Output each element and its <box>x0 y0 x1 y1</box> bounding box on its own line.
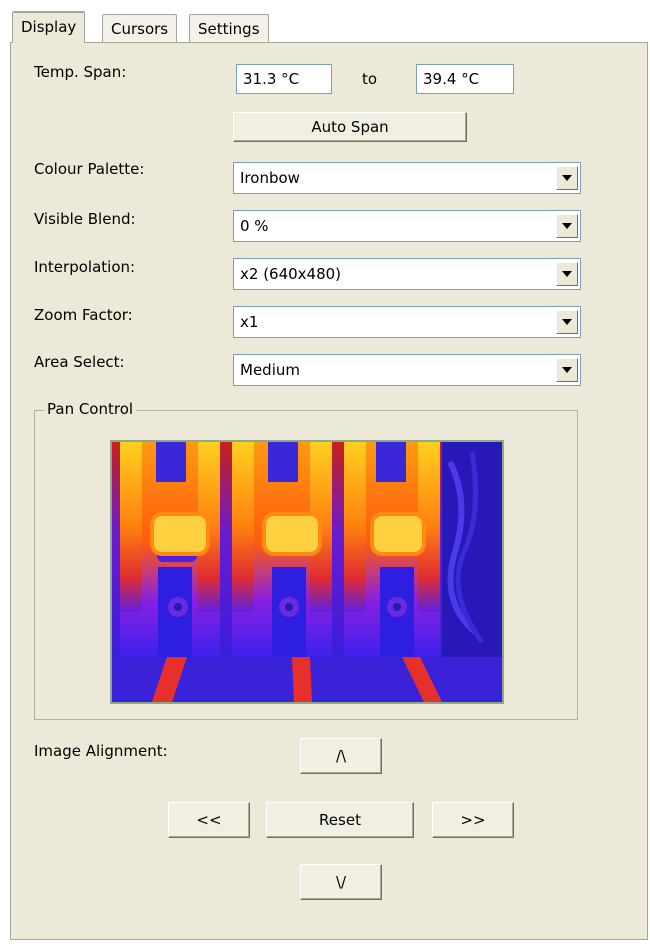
interpolation-value: x2 (640x480) <box>240 265 342 283</box>
tab-cursors[interactable]: Cursors <box>102 14 178 44</box>
align-up-button[interactable]: /\ <box>300 738 382 774</box>
interpolation-select[interactable]: x2 (640x480) <box>233 258 581 290</box>
chevron-down-icon[interactable] <box>556 358 578 382</box>
chevron-down-icon[interactable] <box>556 262 578 286</box>
thermal-image-graphic <box>112 442 502 702</box>
zoom-factor-value: x1 <box>240 313 259 331</box>
align-reset-button[interactable]: Reset <box>266 802 414 838</box>
align-down-button[interactable]: \/ <box>300 864 382 900</box>
colour-palette-label: Colour Palette: <box>34 160 145 178</box>
align-right-button[interactable]: >> <box>432 802 514 838</box>
visible-blend-select[interactable]: 0 % <box>233 210 581 242</box>
zoom-factor-label: Zoom Factor: <box>34 306 133 324</box>
pan-control-label: Pan Control <box>44 400 137 418</box>
area-select-value: Medium <box>240 361 300 379</box>
image-alignment-label: Image Alignment: <box>34 742 168 760</box>
area-select-select[interactable]: Medium <box>233 354 581 386</box>
interpolation-label: Interpolation: <box>34 258 136 276</box>
area-select-label: Area Select: <box>34 353 125 371</box>
visible-blend-label: Visible Blend: <box>34 210 136 228</box>
tab-settings[interactable]: Settings <box>189 14 269 44</box>
visible-blend-value: 0 % <box>240 217 269 235</box>
temp-span-high-input[interactable]: 39.4 °C <box>416 64 514 94</box>
tab-display[interactable]: Display <box>12 11 86 43</box>
zoom-factor-select[interactable]: x1 <box>233 306 581 338</box>
colour-palette-value: Ironbow <box>240 169 300 187</box>
chevron-down-icon[interactable] <box>556 310 578 334</box>
temp-span-low-input[interactable]: 31.3 °C <box>236 64 332 94</box>
colour-palette-select[interactable]: Ironbow <box>233 162 581 194</box>
temp-span-label: Temp. Span: <box>34 63 127 81</box>
align-left-button[interactable]: << <box>168 802 250 838</box>
chevron-down-icon[interactable] <box>556 166 578 190</box>
chevron-down-icon[interactable] <box>556 214 578 238</box>
thermal-image[interactable] <box>110 440 504 704</box>
auto-span-button[interactable]: Auto Span <box>233 112 467 142</box>
temp-span-to-label: to <box>362 70 378 88</box>
